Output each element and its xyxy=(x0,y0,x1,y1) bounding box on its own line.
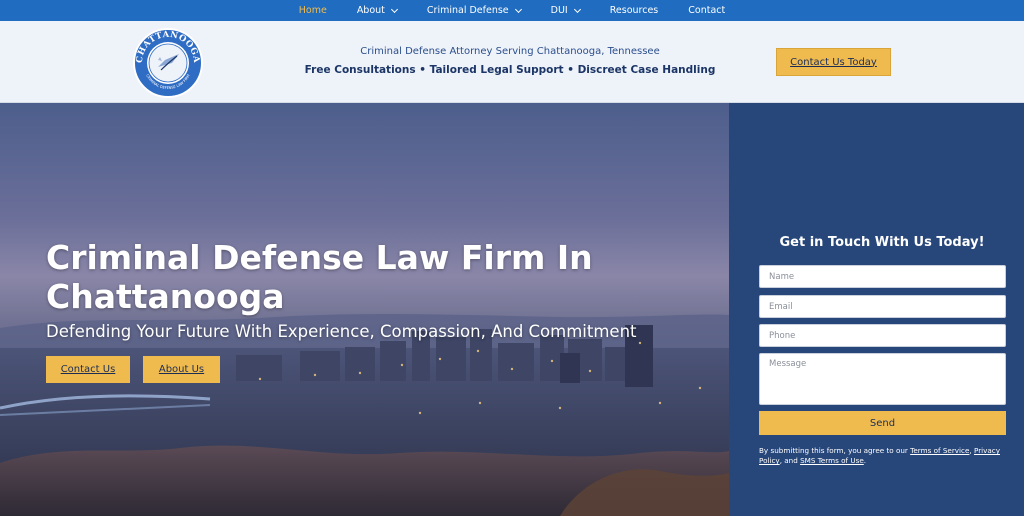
contact-form-panel: Get in Touch With Us Today! Send By subm… xyxy=(729,103,1024,516)
header-tagline: Criminal Defense Attorney Serving Chatta… xyxy=(360,46,660,57)
nav-contact[interactable]: Contact xyxy=(673,0,740,21)
hero-contact-us-button[interactable]: Contact Us xyxy=(46,356,130,383)
nav-criminal-defense-label: Criminal Defense xyxy=(426,5,509,16)
terms-of-service-link[interactable]: Terms of Service xyxy=(910,446,969,455)
hero-title: Criminal Defense Law Firm In Chattanooga xyxy=(46,238,593,316)
nav-about[interactable]: About xyxy=(342,0,412,21)
chevron-down-icon xyxy=(390,5,398,13)
contact-us-today-button[interactable]: Contact Us Today xyxy=(776,48,891,76)
nav-home[interactable]: Home xyxy=(284,0,342,21)
top-nav: Home About Criminal Defense DUI Resource… xyxy=(0,0,1024,21)
chevron-down-icon xyxy=(514,5,522,13)
nav-dui-label: DUI xyxy=(550,5,568,16)
header-subtagline: Free Consultations • Tailored Legal Supp… xyxy=(304,64,716,76)
disclaimer-sep2: , and xyxy=(779,456,801,465)
disclaimer-prefix: By submitting this form, you agree to ou… xyxy=(759,446,911,455)
nav-home-label: Home xyxy=(298,5,327,16)
nav-resources[interactable]: Resources xyxy=(595,0,674,21)
firm-logo[interactable]: CHATTANOOGA CRIMINAL DEFENSE LAW FIRM xyxy=(132,27,204,99)
nav-contact-label: Contact xyxy=(688,5,726,16)
name-input[interactable] xyxy=(759,265,1006,288)
message-textarea[interactable] xyxy=(759,353,1006,405)
form-disclaimer: By submitting this form, you agree to ou… xyxy=(759,446,1009,466)
hero-subtitle: Defending Your Future With Experience, C… xyxy=(46,322,637,341)
phone-input[interactable] xyxy=(759,324,1006,347)
hero-section: Criminal Defense Law Firm In Chattanooga… xyxy=(0,103,729,516)
chevron-down-icon xyxy=(573,5,581,13)
hero-about-us-button[interactable]: About Us xyxy=(143,356,220,383)
sms-terms-link[interactable]: SMS Terms of Use xyxy=(800,456,864,465)
form-title: Get in Touch With Us Today! xyxy=(779,235,985,250)
email-input[interactable] xyxy=(759,295,1006,318)
send-button[interactable]: Send xyxy=(759,411,1006,435)
nav-about-label: About xyxy=(356,5,385,16)
nav-dui[interactable]: DUI xyxy=(536,0,595,21)
nav-resources-label: Resources xyxy=(609,5,659,16)
disclaimer-suffix: . xyxy=(863,456,867,465)
nav-criminal-defense[interactable]: Criminal Defense xyxy=(412,0,536,21)
site-header: CHATTANOOGA CRIMINAL DEFENSE LAW FIRM Cr… xyxy=(0,21,1024,103)
